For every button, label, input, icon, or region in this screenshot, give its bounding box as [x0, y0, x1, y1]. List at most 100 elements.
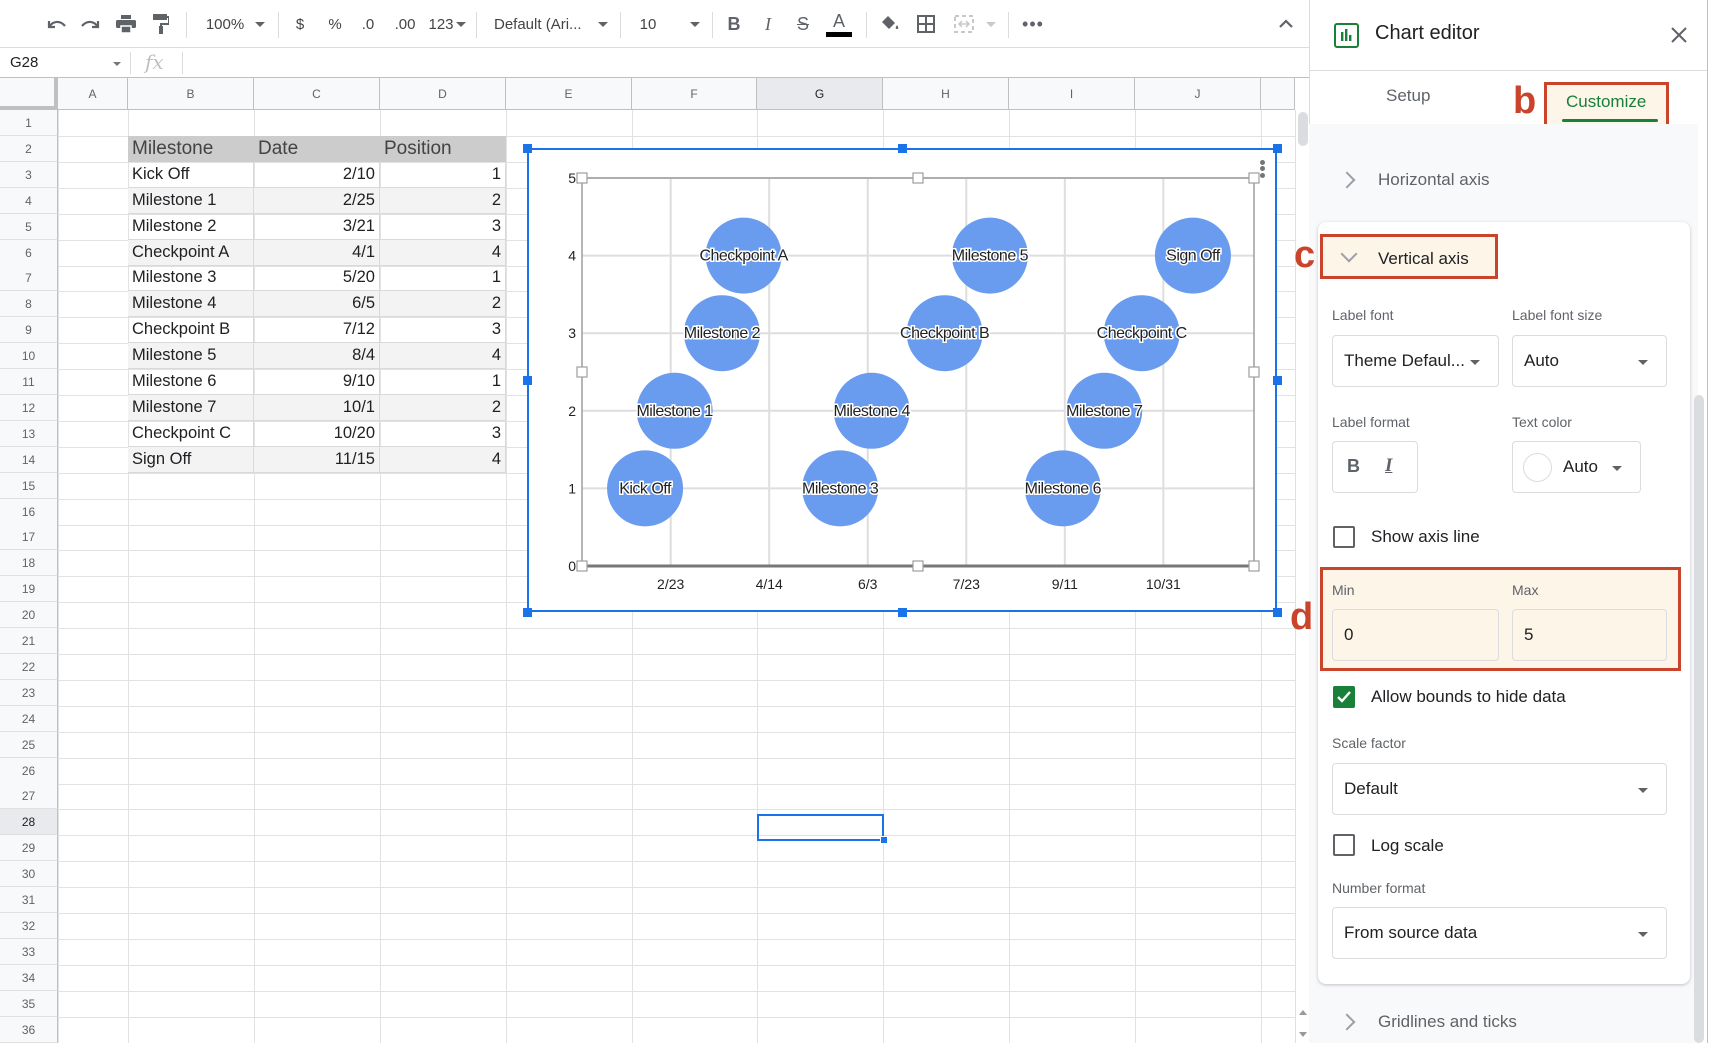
font-size-caret-icon[interactable] — [688, 10, 702, 38]
table-cell[interactable]: Milestone 1 — [128, 188, 254, 214]
table-cell[interactable]: 4 — [380, 343, 506, 369]
row-header[interactable]: 2 — [0, 136, 58, 162]
table-cell[interactable]: 6/5 — [254, 291, 380, 317]
log-scale-checkbox[interactable] — [1333, 834, 1355, 856]
max-input[interactable]: 5 — [1512, 609, 1667, 661]
table-cell[interactable]: 5/20 — [254, 265, 380, 291]
number-format-select[interactable]: From source data — [1332, 907, 1667, 959]
row-header[interactable]: 14 — [0, 447, 58, 473]
currency-format-button[interactable]: $ — [290, 10, 310, 38]
table-cell[interactable]: 7/12 — [254, 317, 380, 343]
allow-bounds-checkbox[interactable] — [1333, 686, 1355, 708]
chart-resize-handle[interactable] — [523, 376, 532, 385]
table-cell[interactable]: Checkpoint A — [128, 240, 254, 266]
column-header[interactable]: J — [1135, 78, 1261, 110]
row-header[interactable]: 25 — [0, 732, 58, 758]
table-cell[interactable]: 1 — [380, 265, 506, 291]
table-cell[interactable]: Checkpoint B — [128, 317, 254, 343]
undo-icon[interactable] — [42, 10, 70, 38]
font-family-select[interactable]: Default (Ari... — [494, 10, 594, 38]
italic-button[interactable]: I — [1385, 455, 1392, 477]
column-header[interactable]: I — [1009, 78, 1135, 110]
panel-scrollbar[interactable] — [1694, 395, 1704, 1043]
table-cell[interactable]: 8/4 — [254, 343, 380, 369]
name-box-caret-icon[interactable] — [113, 62, 121, 66]
show-axis-line-checkbox[interactable] — [1333, 526, 1355, 548]
table-cell[interactable]: Milestone 3 — [128, 265, 254, 291]
chart-menu-icon[interactable] — [1258, 158, 1266, 180]
table-cell[interactable]: 2/25 — [254, 188, 380, 214]
row-header[interactable]: 17 — [0, 524, 58, 550]
font-size-select[interactable]: 10 — [636, 10, 660, 38]
row-header[interactable]: 36 — [0, 1017, 58, 1043]
more-formats-button[interactable]: 123 — [426, 10, 456, 38]
section-gridlines-and-ticks[interactable]: Gridlines and ticks — [1378, 1012, 1517, 1032]
table-cell[interactable]: Milestone 2 — [128, 214, 254, 240]
row-header[interactable]: 26 — [0, 758, 58, 784]
row-header[interactable]: 15 — [0, 473, 58, 499]
collapse-toolbar-icon[interactable] — [1274, 10, 1298, 38]
tab-setup[interactable]: Setup — [1386, 86, 1430, 106]
row-header[interactable]: 11 — [0, 369, 58, 395]
table-cell[interactable]: 2 — [380, 395, 506, 421]
table-cell[interactable]: 4/1 — [254, 240, 380, 266]
decrease-decimals-button[interactable]: .0 — [356, 10, 380, 38]
row-header[interactable]: 35 — [0, 991, 58, 1017]
row-header[interactable]: 24 — [0, 706, 58, 732]
column-header[interactable]: F — [632, 78, 757, 110]
table-cell[interactable]: 3/21 — [254, 214, 380, 240]
row-header[interactable]: 23 — [0, 680, 58, 706]
chart-resize-handle[interactable] — [523, 144, 532, 153]
chart-resize-handle[interactable] — [1273, 376, 1282, 385]
print-icon[interactable] — [112, 10, 140, 38]
table-cell[interactable]: 10/20 — [254, 421, 380, 447]
row-header[interactable]: 20 — [0, 602, 58, 628]
row-header[interactable]: 8 — [0, 291, 58, 317]
selected-cell[interactable] — [757, 814, 884, 841]
table-header-cell[interactable]: Milestone — [128, 136, 254, 162]
row-header[interactable]: 22 — [0, 654, 58, 680]
row-header[interactable]: 12 — [0, 395, 58, 421]
table-cell[interactable]: 11/15 — [254, 447, 380, 473]
column-header[interactable]: A — [58, 78, 128, 110]
row-header[interactable]: 32 — [0, 913, 58, 939]
scrollbar-thumb[interactable] — [1298, 112, 1308, 146]
column-header[interactable]: G — [757, 78, 883, 110]
table-header-cell[interactable]: Position — [380, 136, 506, 162]
row-header[interactable]: 16 — [0, 499, 58, 525]
table-cell[interactable]: Milestone 4 — [128, 291, 254, 317]
table-cell[interactable]: 4 — [380, 447, 506, 473]
row-header[interactable]: 5 — [0, 214, 58, 240]
more-formats-caret-icon[interactable] — [455, 10, 467, 38]
chart-resize-handle[interactable] — [1273, 608, 1282, 617]
label-font-select[interactable]: Theme Defaul... — [1332, 335, 1499, 387]
row-header[interactable]: 4 — [0, 188, 58, 214]
table-cell[interactable]: Kick Off — [128, 162, 254, 188]
row-header[interactable]: 33 — [0, 939, 58, 965]
row-header[interactable]: 18 — [0, 550, 58, 576]
zoom-caret-icon[interactable] — [252, 10, 268, 38]
table-cell[interactable]: 2 — [380, 291, 506, 317]
chart-resize-handle[interactable] — [898, 144, 907, 153]
select-all-corner[interactable] — [0, 78, 58, 110]
row-header[interactable]: 27 — [0, 783, 58, 809]
table-cell[interactable]: 3 — [380, 421, 506, 447]
tab-customize[interactable]: Customize — [1566, 92, 1646, 112]
column-header[interactable] — [1261, 78, 1295, 110]
row-header[interactable]: 6 — [0, 240, 58, 266]
row-header[interactable]: 31 — [0, 887, 58, 913]
name-box[interactable]: G28 — [10, 54, 38, 71]
scale-factor-select[interactable]: Default — [1332, 763, 1667, 815]
column-header[interactable]: H — [883, 78, 1009, 110]
table-cell[interactable]: Milestone 7 — [128, 395, 254, 421]
table-cell[interactable]: 2/10 — [254, 162, 380, 188]
table-cell[interactable]: Milestone 6 — [128, 369, 254, 395]
column-header[interactable]: D — [380, 78, 506, 110]
row-header[interactable]: 9 — [0, 317, 58, 343]
table-cell[interactable]: Sign Off — [128, 447, 254, 473]
table-cell[interactable]: 3 — [380, 317, 506, 343]
scroll-down-icon[interactable] — [1299, 1032, 1307, 1037]
scroll-up-icon[interactable] — [1299, 1010, 1307, 1015]
merge-cells-icon[interactable] — [952, 10, 976, 38]
chart-resize-handle[interactable] — [898, 608, 907, 617]
